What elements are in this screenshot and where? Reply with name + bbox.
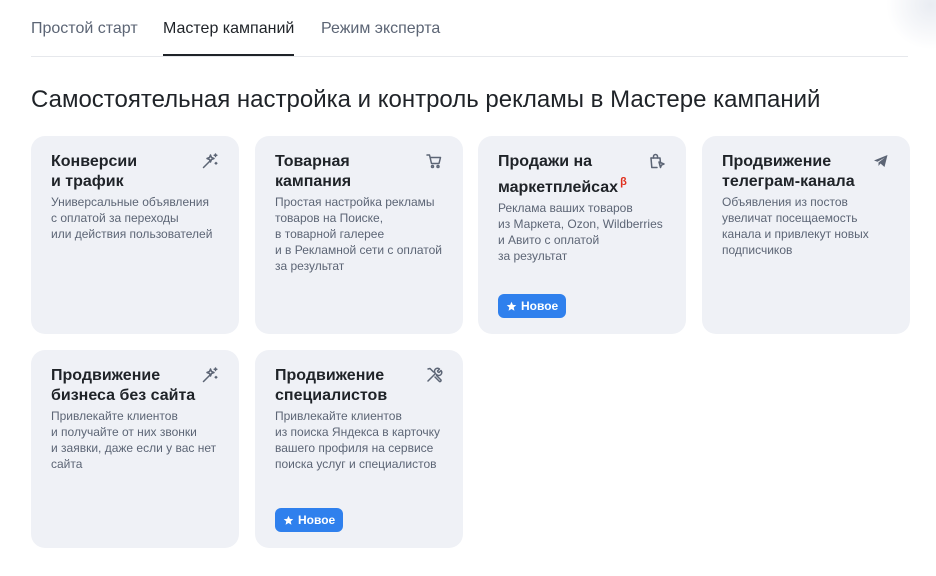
page-title: Самостоятельная настройка и контроль рек…: [31, 86, 821, 113]
star-icon: [283, 515, 294, 525]
card-telegram-promotion[interactable]: Продвижение телеграм-канала Объявления и…: [702, 136, 910, 334]
tab-simple-start[interactable]: Простой старт: [31, 20, 138, 56]
tools-icon: [425, 366, 443, 384]
cart-icon: [425, 152, 443, 170]
card-specialists-promotion[interactable]: Продвижение специалистов Привлекайте кли…: [255, 350, 463, 548]
star-icon: [506, 301, 517, 311]
telegram-plane-icon: [872, 152, 890, 170]
card-description: Объявления из постов увеличат посещаемос…: [722, 195, 869, 257]
card-title: Продвижение специалистов: [275, 367, 388, 404]
tab-campaign-master[interactable]: Мастер кампаний: [163, 20, 295, 56]
magic-wand-icon: [201, 366, 219, 384]
card-description: Реклама ваших товаров из Маркета, Ozon, …: [498, 201, 663, 263]
card-conversions-traffic[interactable]: Конверсии и трафик Универсальные объявле…: [31, 136, 239, 334]
new-badge: Новое: [498, 294, 567, 318]
card-title: Продвижение бизнеса без сайта: [51, 367, 196, 404]
card-description: Привлекайте клиентов из поиска Яндекса в…: [275, 409, 441, 471]
card-marketplace-sales[interactable]: Продажи на маркетплейсах β Реклама ваших …: [478, 136, 686, 334]
card-description: Привлекайте клиентов и получайте от них …: [51, 409, 217, 471]
card-title: Товарная кампания: [275, 153, 352, 190]
magic-wand-icon: [201, 152, 219, 170]
card-description: Простая настройка рекламы товаров на Пои…: [275, 195, 443, 273]
new-badge: Новое: [275, 508, 344, 532]
mode-tabs: Простой старт Мастер кампаний Режим эксп…: [31, 0, 908, 57]
card-title: Конверсии и трафик: [51, 153, 138, 190]
card-title: Продвижение телеграм-канала: [722, 153, 855, 190]
shopping-bag-click-icon: [648, 152, 666, 170]
card-business-without-site[interactable]: Продвижение бизнеса без сайта Привлекайт…: [31, 350, 239, 548]
card-description: Универсальные объявления с оплатой за пе…: [51, 195, 213, 241]
tab-expert-mode[interactable]: Режим эксперта: [321, 20, 440, 56]
beta-mark: β: [620, 176, 627, 188]
card-title: Продажи на маркетплейсах β: [498, 153, 627, 196]
card-product-campaign[interactable]: Товарная кампания Простая настройка рекл…: [255, 136, 463, 334]
